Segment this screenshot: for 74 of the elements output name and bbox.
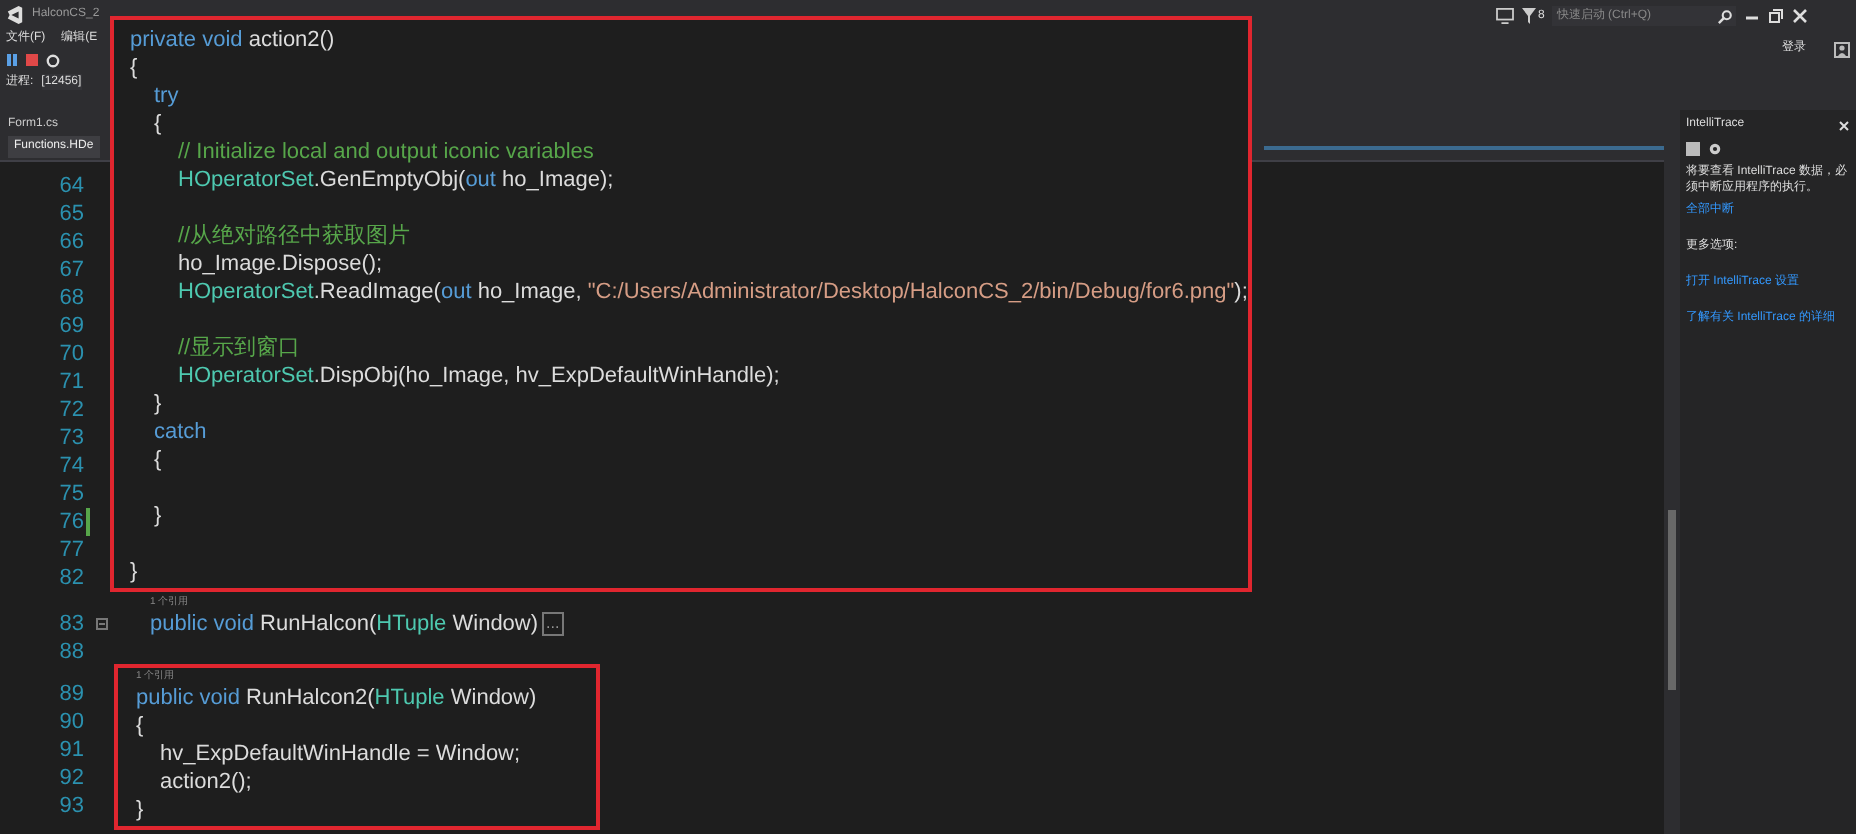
code-token: HTuple [376,609,447,640]
line-number: 67 [57,255,84,286]
line-number: 91 [57,736,84,764]
code-token: Window) [448,686,537,710]
code-token: "C:/Users/Administrator/Desktop/HalconCS_2/bin/Debug/for6.png" [587,280,1235,304]
close-icon[interactable] [1838,119,1850,131]
line-number: 75 [57,479,84,510]
code-token: catch [154,420,207,444]
code-token: HOperatorSet [178,280,314,304]
code-token: { [136,714,144,738]
code-token: .GenEmptyObj( [313,168,466,192]
code-comment: //显示到窗口 [178,336,301,360]
code-comment: //从绝对路径中获取图片 [178,224,411,248]
close-icon[interactable] [1792,8,1809,24]
line-number: 69 [57,311,84,342]
code-token: .DispObj(ho_Image, hv_ExpDefaultWinHandle); [313,364,780,388]
line-number: 82 [57,563,84,594]
collapsed-code-marker[interactable]: ... [542,612,564,636]
line-number: 70 [57,339,84,370]
restore-icon[interactable] [1768,8,1785,24]
line-number: 88 [57,637,84,668]
pause-icon[interactable] [6,54,18,66]
code-token: hv_ExpDefaultWinHandle = Window; [160,742,521,766]
code-token: } [154,392,162,416]
code-token: } [154,504,162,528]
line-number: 66 [57,227,84,258]
code-comment: // Initialize local and output iconic variables [178,140,594,164]
scrollbar[interactable] [1664,110,1680,834]
filter-icon[interactable] [1522,8,1536,24]
line-number: 72 [57,395,84,426]
line-number: 93 [57,792,84,820]
line-number: 92 [57,764,84,792]
line-number: 68 [57,283,84,314]
code-token: private void [130,28,243,52]
line-number: 74 [57,451,84,482]
line-number: 77 [57,535,84,566]
settings-icon[interactable] [1708,142,1722,156]
code-token: RunHalcon2( [244,686,375,710]
line-number: 76 [57,507,84,538]
code-token: } [130,560,138,584]
monitor-icon[interactable] [1496,8,1514,24]
line-number: 71 [57,367,84,398]
search-icon[interactable] [1718,9,1733,23]
code-token: ); [1234,280,1248,304]
code-token: ho_Image.Dispose(); [178,252,383,276]
user-icon[interactable] [1834,41,1850,57]
code-token: .ReadImage( [313,280,441,304]
line-number: 65 [57,199,84,230]
code-token: HTuple [374,686,445,710]
restart-icon[interactable] [46,53,60,67]
code-token: HOperatorSet [178,168,314,192]
line-number: 89 [57,680,84,708]
code-token: HOperatorSet [178,364,314,388]
code-token: ho_Image, [475,280,584,304]
code-token: action2() [246,28,335,52]
code-token: { [154,112,162,136]
line-number: 83 [57,609,84,640]
code-token: Window) [450,609,539,640]
code-token: try [154,84,179,108]
code-token: action2(); [160,770,252,794]
code-token: } [136,798,144,822]
code-token: out [440,280,472,304]
line-number: 73 [57,423,84,454]
line-number: 64 [57,171,84,202]
code-token: out [465,168,496,192]
code-token: { [130,56,138,80]
app-logo-icon [6,5,24,23]
collapse-icon[interactable] [96,618,108,630]
code-token: ho_Image); [500,168,614,192]
code-token: { [154,448,162,472]
code-token: public void [150,609,254,640]
line-number: 90 [57,708,84,736]
code-token: RunHalcon( [258,609,377,640]
code-token: public void [136,686,240,710]
